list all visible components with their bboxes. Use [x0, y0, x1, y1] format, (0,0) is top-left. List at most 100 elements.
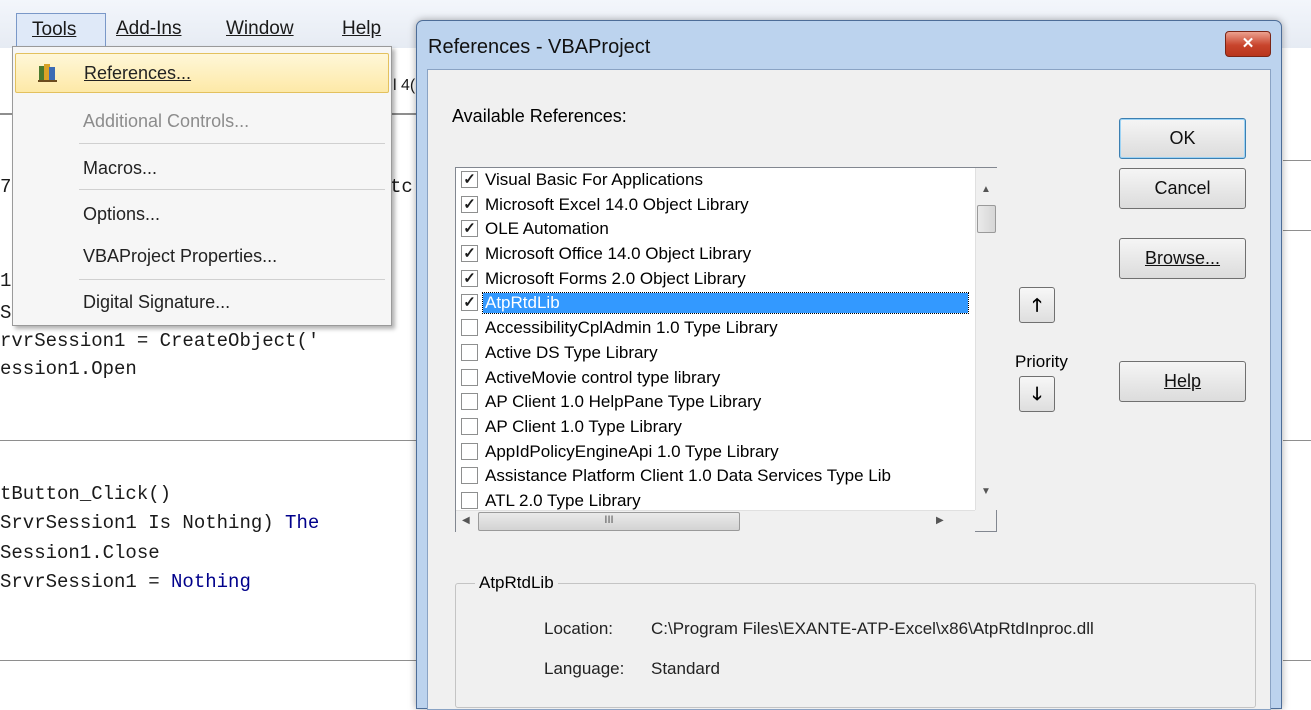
dialog-title: References - VBAProject [428, 36, 651, 58]
reference-item[interactable]: ✓ AtpRtdLib [456, 291, 975, 316]
reference-checkbox[interactable]: ✓ [461, 220, 478, 238]
editor-divider [0, 440, 416, 441]
editor-divider [0, 660, 416, 661]
code-line: tButton_Click() [0, 483, 172, 505]
menu-tools[interactable]: Tools [16, 13, 106, 48]
scrollbar-corner [975, 510, 996, 531]
reference-checkbox[interactable]: ✓ [461, 245, 478, 263]
ok-button[interactable]: OK [1119, 118, 1246, 159]
horizontal-scroll-thumb[interactable]: III [478, 512, 740, 531]
location-label: Location: [544, 619, 613, 638]
location-value: C:\Program Files\EXANTE-ATP-Excel\x86\At… [651, 619, 1094, 638]
arrow-down-icon: 🡓 [1032, 384, 1042, 404]
menu-item-options[interactable]: Options... [15, 195, 387, 233]
code-line: S [0, 302, 12, 324]
code-line: rvrSession1 = CreateObject(' [0, 330, 320, 352]
help-button[interactable]: Help [1119, 361, 1246, 402]
code-text: SrvrSession1 = [0, 571, 172, 593]
reference-checkbox[interactable] [461, 442, 478, 460]
menu-item-label: Macros... [83, 158, 158, 178]
group-title: AtpRtdLib [475, 573, 558, 593]
reference-name: Visual Basic For Applications [485, 170, 703, 189]
references-dialog: References - VBAProject ✕ Available Refe… [416, 20, 1282, 710]
help-button-label: Help [1163, 371, 1202, 391]
code-keyword: The [285, 512, 320, 534]
code-line: 7 [0, 176, 12, 198]
code-line: tc [390, 176, 413, 198]
priority-down-button[interactable]: 🡓 [1019, 376, 1055, 412]
reference-item[interactable]: ATL 2.0 Type Library [456, 489, 975, 510]
menu-window[interactable]: Window [226, 18, 294, 40]
vertical-scrollbar[interactable]: ▲ ▼ [975, 168, 997, 510]
menu-item-references[interactable]: References... [15, 53, 389, 93]
menu-help[interactable]: Help [342, 18, 381, 40]
reference-item[interactable]: ✓ Microsoft Forms 2.0 Object Library [456, 267, 975, 292]
reference-checkbox[interactable] [461, 368, 478, 386]
scroll-down-icon[interactable]: ▼ [981, 486, 991, 497]
reference-checkbox[interactable]: ✓ [461, 195, 478, 213]
menu-item-label: VBAProject Properties... [83, 246, 278, 266]
menu-tools-label: Tools [32, 19, 77, 40]
horizontal-scrollbar[interactable]: ◀ III ▶ [456, 510, 975, 532]
reference-item[interactable]: ✓ Visual Basic For Applications [456, 168, 975, 193]
reference-item[interactable]: AP Client 1.0 Type Library [456, 415, 975, 440]
reference-item[interactable]: Assistance Platform Client 1.0 Data Serv… [456, 464, 975, 489]
menu-separator [79, 189, 385, 190]
reference-checkbox[interactable] [461, 393, 478, 411]
code-line: SrvrSession1 = Nothing [0, 571, 251, 593]
references-listbox[interactable]: ✓ Visual Basic For Applications ✓ Microsoft… [455, 167, 997, 532]
editor-divider [1283, 230, 1311, 231]
reference-name: ATL 2.0 Type Library [485, 490, 641, 510]
reference-name: Assistance Platform Client 1.0 Data Serv… [485, 466, 891, 486]
editor-divider [390, 113, 416, 115]
menu-item-digital-signature[interactable]: Digital Signature... [15, 283, 387, 321]
close-icon: ✕ [1241, 35, 1255, 52]
reference-item[interactable]: ✓ OLE Automation [456, 217, 975, 242]
reference-name: AccessibilityCplAdmin 1.0 Type Library [485, 318, 778, 338]
priority-up-button[interactable]: 🡑 [1019, 287, 1055, 323]
menu-separator [79, 143, 385, 144]
code-line: ession1.Open [0, 358, 137, 380]
reference-checkbox[interactable] [461, 417, 478, 435]
reference-item[interactable]: AP Client 1.0 HelpPane Type Library [456, 390, 975, 415]
menu-item-label: Options... [83, 204, 161, 224]
browse-button-label: Browse... [1144, 248, 1221, 268]
dialog-client: Available References: ✓ Visual Basic For … [427, 69, 1271, 710]
reference-item[interactable]: AccessibilityCplAdmin 1.0 Type Library [456, 316, 975, 341]
reference-name: AP Client 1.0 Type Library [485, 416, 682, 436]
reference-checkbox[interactable] [461, 343, 478, 361]
reference-checkbox[interactable] [461, 491, 478, 509]
menu-item-additional-controls[interactable]: Additional Controls... [15, 102, 387, 140]
references-icon [38, 64, 57, 82]
menu-item-macros[interactable]: Macros... [15, 149, 387, 187]
reference-item[interactable]: ✓ Microsoft Office 14.0 Object Library [456, 242, 975, 267]
menu-item-label: References... [84, 63, 192, 83]
browse-button[interactable]: Browse... [1119, 238, 1246, 279]
code-line: 1 [0, 270, 12, 292]
reference-checkbox[interactable] [461, 319, 478, 337]
menu-item-vbaproject-properties[interactable]: VBAProject Properties... [15, 237, 387, 275]
reference-item[interactable]: ✓ Microsoft Excel 14.0 Object Library [456, 193, 975, 218]
reference-item[interactable]: AppIdPolicyEngineApi 1.0 Type Library [456, 440, 975, 465]
vertical-scroll-thumb[interactable] [977, 205, 996, 233]
scroll-up-icon[interactable]: ▲ [981, 184, 991, 195]
reference-name: AtpRtdLib [482, 292, 969, 315]
reference-name: ActiveMovie control type library [485, 367, 721, 387]
close-button[interactable]: ✕ [1225, 31, 1271, 57]
available-references-label: Available References: [452, 106, 627, 126]
language-label: Language: [544, 659, 625, 678]
menu-add-ins[interactable]: Add-Ins [116, 18, 181, 40]
tools-menu-dropdown: References... Additional Controls... Mac… [12, 46, 392, 326]
reference-checkbox[interactable] [461, 467, 478, 485]
scroll-right-icon[interactable]: ▶ [936, 515, 944, 526]
scroll-left-icon[interactable]: ◀ [462, 515, 470, 526]
editor-divider [1283, 160, 1311, 161]
arrow-up-icon: 🡑 [1032, 295, 1042, 315]
reference-checkbox[interactable]: ✓ [461, 171, 478, 188]
reference-checkbox[interactable]: ✓ [461, 294, 478, 312]
code-line: Session1.Close [0, 542, 160, 564]
reference-item[interactable]: Active DS Type Library [456, 341, 975, 366]
reference-item[interactable]: ActiveMovie control type library [456, 366, 975, 391]
cancel-button[interactable]: Cancel [1119, 168, 1246, 209]
reference-checkbox[interactable]: ✓ [461, 269, 478, 287]
